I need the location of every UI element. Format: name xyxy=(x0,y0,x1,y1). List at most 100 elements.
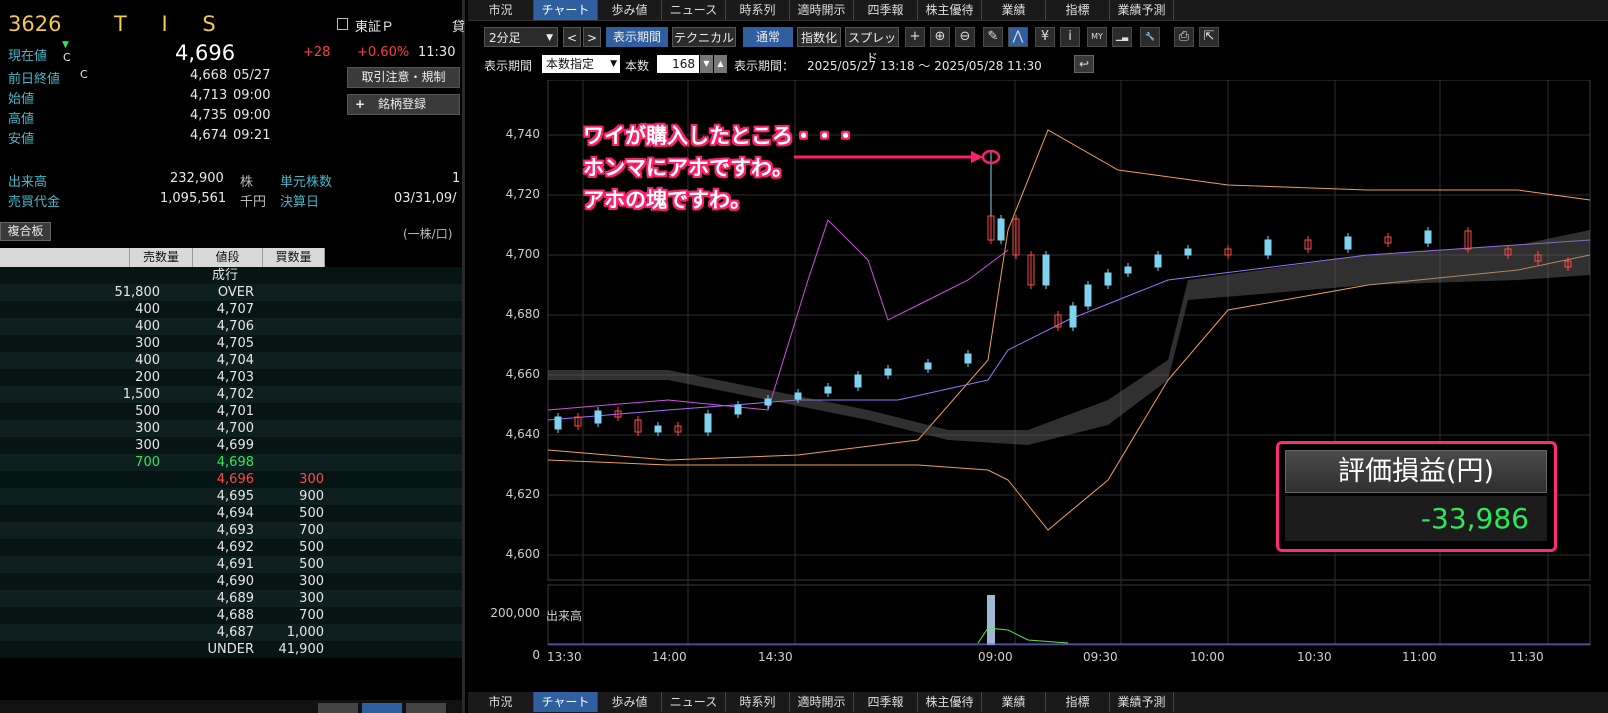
add-symbol-button[interactable]: + 銘柄登録 xyxy=(347,94,460,115)
candle xyxy=(1424,230,1432,244)
tab-9[interactable]: 指標 xyxy=(1046,0,1110,20)
tab-bottom-0[interactable]: 市況 xyxy=(468,692,534,712)
export-icon[interactable]: ⇱ xyxy=(1199,27,1219,47)
tab-1[interactable]: チャート xyxy=(534,0,598,20)
document-icon[interactable] xyxy=(337,18,348,30)
tab-8[interactable]: 業績 xyxy=(982,0,1046,20)
turnover-label: 売買代金 xyxy=(8,195,61,210)
order-book-row[interactable]: 200 4,703 xyxy=(0,369,462,386)
order-book-row[interactable]: 4,693 700 xyxy=(0,522,462,539)
order-book-row[interactable]: 300 4,700 xyxy=(0,420,462,437)
tab-bottom-4[interactable]: 時系列 xyxy=(726,692,790,712)
bottom-tab-3[interactable] xyxy=(406,703,446,713)
annotation-line-2: ホンマにアホですわ。 xyxy=(583,156,793,180)
order-book-row[interactable]: 51,800 OVER xyxy=(0,284,462,301)
buy-qty: 41,900 xyxy=(278,642,325,657)
yen-icon[interactable]: ¥ xyxy=(1035,27,1055,47)
my-icon[interactable]: MY xyxy=(1087,27,1107,47)
zoom-out-icon[interactable]: ⊖ xyxy=(955,27,975,47)
x-tick-label: 09:00 xyxy=(978,650,1013,664)
sell-qty: 300 xyxy=(135,421,160,436)
tab-bottom-6[interactable]: 四季報 xyxy=(854,692,918,712)
buy-qty: 900 xyxy=(299,489,324,504)
order-book-row[interactable]: 400 4,707 xyxy=(0,301,462,318)
pencil-icon[interactable]: ✎ xyxy=(983,27,1003,47)
bottom-tab-1[interactable] xyxy=(318,703,358,713)
draw-line-icon[interactable]: ⋀ xyxy=(1008,27,1028,47)
trade-notice-button[interactable]: 取引注意・規制 xyxy=(347,67,460,88)
price-level: 4,688 xyxy=(216,608,254,623)
price-level: 4,689 xyxy=(216,591,254,606)
spread-mode-button[interactable]: スプレッド xyxy=(845,27,899,65)
order-book-row[interactable]: 700 4,698 xyxy=(0,454,462,471)
low-price: 4,674 xyxy=(190,128,228,143)
order-book-row[interactable]: 4,694 500 xyxy=(0,505,462,522)
plus-icon[interactable]: + xyxy=(905,27,925,47)
candle xyxy=(704,413,712,433)
order-book-row[interactable]: 4,689 300 xyxy=(0,590,462,607)
count-up-icon[interactable]: ▲ xyxy=(714,55,727,73)
tab-2[interactable]: 歩み値 xyxy=(598,0,662,20)
order-book-row[interactable]: 4,696 300 xyxy=(0,471,462,488)
tab-4[interactable]: 時系列 xyxy=(726,0,790,20)
tab-bottom-8[interactable]: 業績 xyxy=(982,692,1046,712)
technical-button[interactable]: テクニカル xyxy=(672,27,736,47)
prev-button[interactable]: < xyxy=(563,27,581,47)
order-book-row[interactable]: 300 4,699 xyxy=(0,437,462,454)
volume-axis-label: 出来高 xyxy=(546,609,583,623)
info-icon[interactable]: i xyxy=(1060,27,1080,47)
tab-bottom-1[interactable]: チャート xyxy=(534,692,598,712)
market-order-label: 成行 xyxy=(211,268,238,283)
x-tick-label: 13:30 xyxy=(547,650,582,664)
tab-bottom-9[interactable]: 指標 xyxy=(1046,692,1110,712)
chevron-down-icon: ▼ xyxy=(610,59,617,69)
price-level: 4,694 xyxy=(216,506,254,521)
print-icon[interactable]: ⎙ xyxy=(1174,27,1194,47)
tab-bottom-3[interactable]: ニュース xyxy=(662,692,726,712)
interval-select[interactable]: 2分足 ▼ xyxy=(484,27,558,47)
order-book-row[interactable]: 400 4,704 xyxy=(0,352,462,369)
order-book-row[interactable]: UNDER 41,900 xyxy=(0,641,462,658)
chevron-down-icon: ▼ xyxy=(546,33,553,43)
order-book-row[interactable]: 1,500 4,702 xyxy=(0,386,462,403)
volume-profile-icon[interactable]: ▁▃ xyxy=(1112,27,1132,47)
bottom-tab-2[interactable] xyxy=(362,703,402,713)
order-book-row[interactable]: 4,690 300 xyxy=(0,573,462,590)
tab-0[interactable]: 市況 xyxy=(468,0,534,20)
normal-mode-button[interactable]: 通常 xyxy=(743,27,793,47)
board-tab[interactable]: 複合板 xyxy=(0,222,51,241)
current-price: 4,696 xyxy=(175,41,236,65)
zoom-in-icon[interactable]: ⊕ xyxy=(930,27,950,47)
candle xyxy=(964,353,972,364)
tab-10[interactable]: 業績予測 xyxy=(1110,0,1174,20)
order-book-row[interactable]: 400 4,706 xyxy=(0,318,462,335)
order-book-row[interactable]: 4,687 1,000 xyxy=(0,624,462,641)
y-tick-label: 4,680 xyxy=(505,307,540,321)
wrench-icon[interactable]: 🔧 xyxy=(1140,27,1160,47)
count-input[interactable]: 168 xyxy=(657,55,699,73)
count-down-icon[interactable]: ▼ xyxy=(700,55,713,73)
tab-bottom-2[interactable]: 歩み値 xyxy=(598,692,662,712)
display-period-button[interactable]: 表示期間 xyxy=(606,27,668,47)
order-book-row[interactable]: 500 4,701 xyxy=(0,403,462,420)
order-book-row[interactable]: 成行 xyxy=(0,267,462,284)
tab-6[interactable]: 四季報 xyxy=(854,0,918,20)
next-button[interactable]: > xyxy=(583,27,601,47)
board-header-buy: 買数量 xyxy=(263,248,325,267)
tab-bottom-5[interactable]: 適時開示 xyxy=(790,692,854,712)
tab-3[interactable]: ニュース xyxy=(662,0,726,20)
order-book-row[interactable]: 4,692 500 xyxy=(0,539,462,556)
tab-bottom-10[interactable]: 業績予測 xyxy=(1110,692,1174,712)
index-mode-button[interactable]: 指数化 xyxy=(797,27,841,47)
y-tick-label: 4,720 xyxy=(505,187,540,201)
tab-bottom-7[interactable]: 株主優待 xyxy=(918,692,982,712)
return-icon[interactable]: ↩ xyxy=(1074,55,1094,73)
period-mode-select[interactable]: 本数指定 ▼ xyxy=(542,55,620,73)
order-book-row[interactable]: 4,691 500 xyxy=(0,556,462,573)
tab-5[interactable]: 適時開示 xyxy=(790,0,854,20)
tab-7[interactable]: 株主優待 xyxy=(918,0,982,20)
order-book-row[interactable]: 300 4,705 xyxy=(0,335,462,352)
order-book-row[interactable]: 4,695 900 xyxy=(0,488,462,505)
candle xyxy=(1264,239,1272,256)
order-book-row[interactable]: 4,688 700 xyxy=(0,607,462,624)
